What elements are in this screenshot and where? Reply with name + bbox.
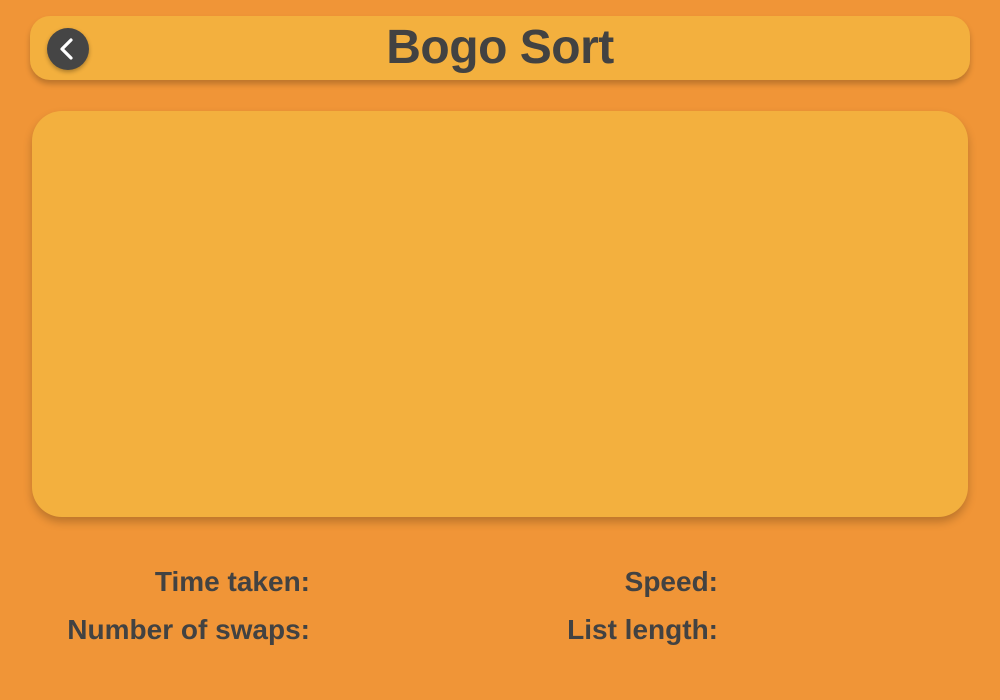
speed-label: Speed:: [624, 566, 718, 597]
list-length-label: List length:: [567, 614, 718, 645]
sort-visualization-panel: [32, 111, 968, 517]
header-bar: Bogo Sort: [30, 16, 970, 80]
number-of-swaps-label: Number of swaps:: [67, 614, 310, 645]
page-title: Bogo Sort: [386, 21, 614, 74]
time-taken-label: Time taken:: [154, 566, 310, 597]
